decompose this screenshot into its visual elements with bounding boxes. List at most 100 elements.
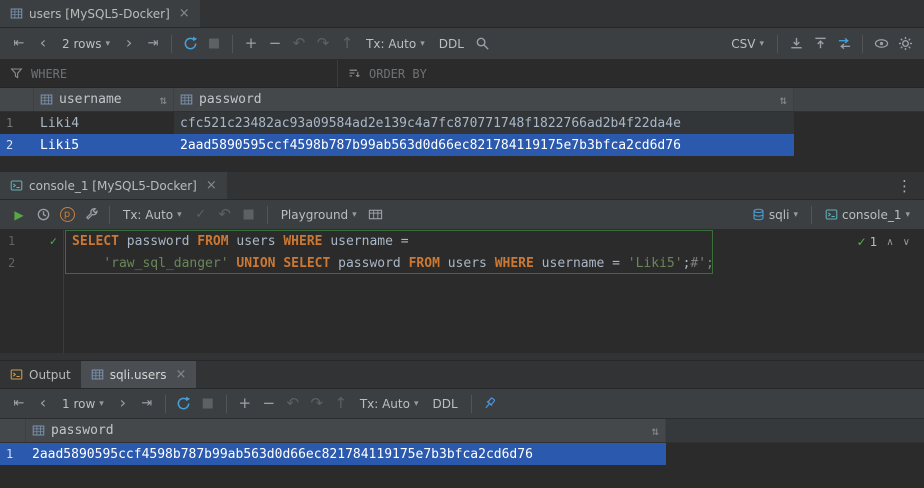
column-header-password[interactable]: password ⇅ [174, 88, 794, 111]
column-name: username [59, 92, 122, 107]
tx-mode-dropdown[interactable]: Tx: Auto ▾ [117, 204, 188, 226]
page-size-dropdown[interactable]: 2 rows ▾ [56, 33, 116, 55]
rollback-icon[interactable]: ↶ [214, 204, 236, 226]
tab-console-1[interactable]: console_1 [MySQL5-Docker] × [0, 172, 227, 199]
where-filter-input[interactable]: WHERE [0, 60, 338, 87]
refresh-icon[interactable] [179, 33, 201, 55]
next-problem-icon[interactable]: ∨ [903, 237, 910, 248]
sort-icon[interactable]: ⇅ [780, 93, 787, 107]
playground-dropdown[interactable]: Playground ▾ [275, 204, 363, 226]
ddl-button[interactable]: DDL [427, 393, 464, 415]
submit-icon[interactable]: ↑ [330, 393, 352, 415]
stop-icon[interactable]: ■ [197, 393, 219, 415]
chevron-down-icon: ▾ [106, 39, 111, 49]
ddl-button[interactable]: DDL [433, 33, 470, 55]
header-columns: password ⇅ [0, 419, 666, 442]
delete-row-icon[interactable]: − [264, 33, 286, 55]
panel-splitter[interactable] [0, 353, 924, 361]
stop-icon[interactable]: ■ [203, 33, 225, 55]
header-columns: username ⇅ password ⇅ [0, 88, 794, 111]
close-icon[interactable]: × [206, 179, 217, 192]
console-icon [825, 208, 838, 221]
import-data-icon[interactable] [809, 33, 831, 55]
tab-output[interactable]: Output [0, 361, 81, 388]
editor-code-area[interactable]: SELECT password FROM users WHERE usernam… [64, 230, 924, 353]
table-row-selected: 2 Liki5 2aad5890595ccf4598b787b99ab563d0… [0, 134, 924, 156]
column-header-password[interactable]: password ⇅ [26, 419, 666, 442]
add-row-icon[interactable]: + [240, 33, 262, 55]
run-icon[interactable]: ▶ [8, 204, 30, 226]
inspection-widget[interactable]: ✓ 1 ∧ ∨ [857, 235, 910, 249]
parameters-icon[interactable]: p [56, 204, 78, 226]
row-filler [794, 112, 924, 134]
commit-icon[interactable]: ✓ [190, 204, 212, 226]
last-page-icon[interactable]: ⇥ [136, 393, 158, 415]
gutter-line: 2 [0, 252, 63, 274]
cell-username[interactable]: Liki5 [34, 134, 174, 156]
line-number: 2 [8, 256, 15, 270]
close-icon[interactable]: × [179, 7, 190, 20]
result-grid-header: password ⇅ [0, 419, 924, 443]
tx-mode-label: Tx: Auto [360, 397, 410, 411]
stop-icon[interactable]: ■ [238, 204, 260, 226]
order-by-filter-input[interactable]: ORDER BY [338, 60, 924, 87]
row-number[interactable]: 1 [0, 443, 26, 465]
redo-icon[interactable]: ↷ [312, 33, 334, 55]
column-name: password [51, 423, 114, 438]
console-session-dropdown[interactable]: console_1 ▾ [819, 204, 916, 226]
tx-mode-dropdown[interactable]: Tx: Auto ▾ [354, 393, 425, 415]
search-icon[interactable] [472, 33, 494, 55]
schema-dropdown[interactable]: sqli ▾ [746, 204, 804, 226]
eye-icon[interactable] [870, 33, 892, 55]
prev-page-icon[interactable]: ‹ [32, 33, 54, 55]
row-filler [794, 134, 924, 156]
tab-sqli-users[interactable]: sqli.users × [81, 361, 197, 388]
first-page-icon[interactable]: ⇤ [8, 393, 30, 415]
code-line[interactable]: SELECT password FROM users WHERE usernam… [72, 230, 924, 252]
next-page-icon[interactable]: › [118, 33, 140, 55]
delete-row-icon[interactable]: − [258, 393, 280, 415]
result-row-selected: 1 2aad5890595ccf4598b787b99ab563d0d66ec8… [0, 443, 924, 465]
code-line[interactable]: 'raw_sql_danger' UNION SELECT password F… [72, 252, 924, 274]
redo-icon[interactable]: ↷ [306, 393, 328, 415]
tab-users-table[interactable]: users [MySQL5-Docker] × [0, 0, 200, 27]
first-page-icon[interactable]: ⇤ [8, 33, 30, 55]
data-transfer-icon[interactable] [833, 33, 855, 55]
pin-icon[interactable] [479, 393, 501, 415]
close-icon[interactable]: × [175, 368, 186, 381]
gear-icon[interactable] [894, 33, 916, 55]
schema-label: sqli [769, 208, 790, 222]
in-editor-results-icon[interactable] [365, 204, 387, 226]
prev-problem-icon[interactable]: ∧ [886, 237, 893, 248]
page-size-dropdown[interactable]: 1 row ▾ [56, 393, 110, 415]
refresh-icon[interactable] [173, 393, 195, 415]
cell-username[interactable]: Liki4 [34, 112, 174, 134]
cell-password[interactable]: 2aad5890595ccf4598b787b99ab563d0d66ec821… [174, 134, 794, 156]
export-data-icon[interactable] [785, 33, 807, 55]
cell-password[interactable]: 2aad5890595ccf4598b787b99ab563d0d66ec821… [26, 443, 666, 465]
sort-icon[interactable]: ⇅ [652, 424, 659, 438]
wrench-icon[interactable] [80, 204, 102, 226]
kebab-menu-icon[interactable]: ⋮ [893, 177, 916, 195]
revert-icon[interactable]: ↶ [282, 393, 304, 415]
prev-page-icon[interactable]: ‹ [32, 393, 54, 415]
toolbar-separator [232, 35, 233, 53]
csv-extractor-dropdown[interactable]: CSV ▾ [725, 33, 770, 55]
history-clock-icon[interactable] [32, 204, 54, 226]
column-icon [32, 424, 45, 437]
output-tab-bar: Output sqli.users × [0, 361, 924, 389]
revert-icon[interactable]: ↶ [288, 33, 310, 55]
chevron-down-icon: ▾ [793, 210, 798, 220]
row-number[interactable]: 1 [0, 112, 34, 134]
cell-password[interactable]: cfc521c23482ac93a09584ad2e139c4a7fc87077… [174, 112, 794, 134]
next-page-icon[interactable]: › [112, 393, 134, 415]
column-header-username[interactable]: username ⇅ [34, 88, 174, 111]
result-grid-empty-area [0, 465, 924, 488]
sort-lines-icon [348, 67, 361, 80]
sort-icon[interactable]: ⇅ [160, 93, 167, 107]
add-row-icon[interactable]: + [234, 393, 256, 415]
tx-mode-dropdown[interactable]: Tx: Auto ▾ [360, 33, 431, 55]
last-page-icon[interactable]: ⇥ [142, 33, 164, 55]
submit-icon[interactable]: ↑ [336, 33, 358, 55]
row-number[interactable]: 2 [0, 134, 34, 156]
